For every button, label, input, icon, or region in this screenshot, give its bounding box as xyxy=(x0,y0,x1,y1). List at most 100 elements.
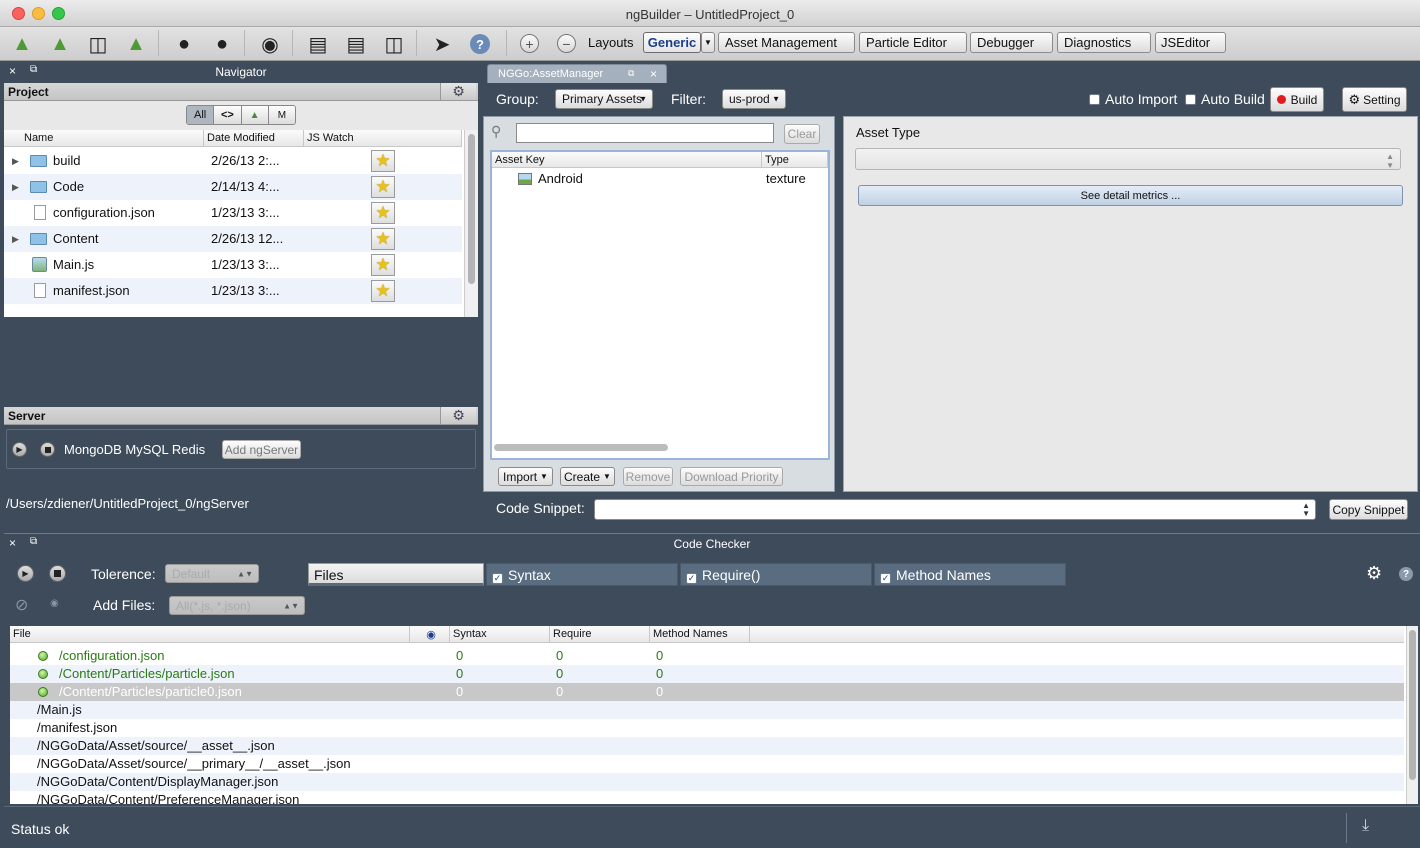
watch-eye-icon[interactable]: ◉ xyxy=(50,598,59,609)
project-row[interactable]: ▶ Content 2/26/13 12... ★ xyxy=(4,226,462,252)
table-row[interactable]: /NGGoData/Content/DisplayManager.json xyxy=(10,773,1404,791)
table-row[interactable]: /configuration.json 0 0 0 xyxy=(10,647,1404,665)
code-snippet-select[interactable]: ▲ ▼ xyxy=(594,499,1316,520)
expand-triangle-icon[interactable]: ▶ xyxy=(12,182,19,193)
column-type[interactable]: Type xyxy=(762,152,828,167)
remove-button[interactable]: Remove xyxy=(623,467,673,486)
column-js-watch[interactable]: JS Watch xyxy=(304,130,462,146)
detach-tab-icon[interactable]: ⧉ xyxy=(628,68,634,79)
server-settings-icon[interactable]: ⚙ xyxy=(440,407,476,424)
js-watch-star-icon[interactable]: ★ xyxy=(371,228,395,250)
table-row[interactable]: /Content/Particles/particle0.json 0 0 0 xyxy=(10,683,1404,701)
setting-button[interactable]: ⚙ Setting xyxy=(1342,87,1407,112)
android-clean-icon[interactable]: ◫ xyxy=(84,30,112,58)
close-tab-icon[interactable]: × xyxy=(650,67,657,81)
import-button[interactable]: Import ▼ xyxy=(498,467,553,486)
android-build-icon[interactable]: ▲ xyxy=(46,30,74,58)
table-row[interactable]: /Main.js xyxy=(10,701,1404,719)
create-button[interactable]: Create ▼ xyxy=(560,467,615,486)
project-row[interactable]: Main.js 1/23/13 3:... ★ xyxy=(4,252,462,278)
column-require[interactable]: Require xyxy=(550,626,650,642)
asset-type-select[interactable]: ▲ ▼ xyxy=(855,148,1401,170)
table-row[interactable]: /NGGoData/Asset/source/__asset__.json xyxy=(10,737,1404,755)
trash-icon[interactable]: ◫ xyxy=(380,30,408,58)
add-files-select[interactable]: All(*.js, *.json) ▲▼ xyxy=(169,596,305,615)
layout-tab-jseditor[interactable]: JSEditor xyxy=(1155,32,1226,53)
column-watch-eye-icon[interactable]: ◉ xyxy=(410,626,450,642)
tolerance-select[interactable]: Default ▲▼ xyxy=(165,564,259,583)
table-row[interactable]: /NGGoData/Content/PreferenceManager.json xyxy=(10,791,1404,804)
server-network-icon[interactable]: ▤ xyxy=(342,30,370,58)
filter-code[interactable]: <> xyxy=(214,106,242,124)
checker-play-icon[interactable]: ▶ xyxy=(17,565,34,582)
asset-row[interactable]: Android texture xyxy=(492,170,828,190)
add-ngserver-button[interactable]: Add ngServer xyxy=(222,440,301,459)
project-row[interactable]: configuration.json 1/23/13 3:... ★ xyxy=(4,200,462,226)
table-row[interactable]: /Content/Particles/particle.json 0 0 0 xyxy=(10,665,1404,683)
send-icon[interactable]: ➤ xyxy=(428,30,456,58)
table-row[interactable]: /NGGoData/Asset/source/__primary__/__ass… xyxy=(10,755,1404,773)
project-row[interactable]: ▶ Code 2/14/13 4:... ★ xyxy=(4,174,462,200)
status-bar: Status ok ⤓ xyxy=(4,806,1420,848)
method-names-tab[interactable]: ✓ Method Names xyxy=(874,563,1066,586)
js-watch-star-icon[interactable]: ★ xyxy=(371,150,395,172)
server-stop-icon[interactable] xyxy=(40,442,55,457)
column-asset-key[interactable]: Asset Key xyxy=(492,152,762,167)
expand-triangle-icon[interactable]: ▶ xyxy=(12,234,19,245)
js-watch-star-icon[interactable]: ★ xyxy=(371,202,395,224)
apple-build-icon[interactable]: ● xyxy=(208,30,236,58)
checker-help-icon[interactable]: ? xyxy=(1399,567,1413,581)
layout-tab-asset-management[interactable]: Asset Management xyxy=(718,32,855,53)
android-screenshot-icon[interactable]: ▲ xyxy=(122,30,150,58)
filter-modified[interactable]: M xyxy=(268,106,295,124)
column-method-names[interactable]: Method Names xyxy=(650,626,750,642)
table-row[interactable]: /manifest.json xyxy=(10,719,1404,737)
build-button[interactable]: Build xyxy=(1270,87,1324,112)
project-row[interactable]: manifest.json 1/23/13 3:... ★ xyxy=(4,278,462,304)
android-run-icon[interactable]: ▲ xyxy=(8,30,36,58)
add-layout-icon[interactable]: + xyxy=(520,34,539,53)
clear-search-button[interactable]: Clear xyxy=(784,124,820,144)
help-icon[interactable]: ? xyxy=(470,34,490,54)
require-tab[interactable]: ✓ Require() xyxy=(680,563,872,586)
asset-manager-tab[interactable]: NGGo:AssetManager ⧉ × xyxy=(487,64,667,83)
filter-select[interactable]: us-prod ▼ xyxy=(722,89,786,109)
layout-dropdown-icon[interactable]: ▼ xyxy=(701,32,715,53)
auto-import-checkbox[interactable]: Auto Import xyxy=(1089,91,1177,107)
download-priority-button[interactable]: Download Priority xyxy=(680,467,783,486)
js-watch-star-icon[interactable]: ★ xyxy=(371,254,395,276)
layout-tab-particle-editor[interactable]: Particle Editor xyxy=(859,32,967,53)
syntax-tab[interactable]: ✓ Syntax xyxy=(486,563,678,586)
column-name[interactable]: Name xyxy=(4,130,204,146)
checker-table-scrollbar[interactable] xyxy=(1406,626,1418,804)
auto-build-checkbox[interactable]: Auto Build xyxy=(1185,91,1265,107)
files-tab[interactable]: Files xyxy=(308,563,484,586)
layout-tab-debugger[interactable]: Debugger xyxy=(970,32,1053,53)
js-watch-star-icon[interactable]: ★ xyxy=(371,280,395,302)
filter-images[interactable]: ▲ xyxy=(241,106,269,124)
asset-search-input[interactable] xyxy=(516,123,774,143)
asset-table-hscrollbar[interactable] xyxy=(494,444,668,451)
globe-icon[interactable]: ◉ xyxy=(256,30,284,58)
column-syntax[interactable]: Syntax xyxy=(450,626,550,642)
server-play-icon[interactable]: ▶ xyxy=(12,442,27,457)
download-arrow-icon[interactable]: ⤓ xyxy=(1362,817,1369,835)
project-row[interactable]: ▶ build 2/26/13 2:... ★ xyxy=(4,148,462,174)
deploy-server-icon[interactable]: ▤ xyxy=(304,30,332,58)
checker-stop-icon[interactable] xyxy=(49,565,66,582)
apple-run-icon[interactable]: ● xyxy=(170,30,198,58)
column-date-modified[interactable]: Date Modified xyxy=(204,130,304,146)
js-watch-star-icon[interactable]: ★ xyxy=(371,176,395,198)
project-settings-icon[interactable]: ⚙ xyxy=(440,83,476,100)
see-detail-metrics-button[interactable]: See detail metrics ... xyxy=(858,185,1403,206)
filter-all[interactable]: All xyxy=(187,106,215,124)
expand-triangle-icon[interactable]: ▶ xyxy=(12,156,19,167)
copy-snippet-button[interactable]: Copy Snippet xyxy=(1329,499,1408,520)
layout-tab-diagnostics[interactable]: Diagnostics xyxy=(1057,32,1151,53)
checker-settings-icon[interactable]: ⚙ xyxy=(1366,563,1382,584)
remove-layout-icon[interactable]: − xyxy=(557,34,576,53)
disable-icon[interactable]: ⊘ xyxy=(15,595,28,615)
column-file[interactable]: File xyxy=(10,626,410,642)
group-select[interactable]: Primary Assets ▼ xyxy=(555,89,653,109)
layout-tab-generic[interactable]: Generic xyxy=(643,32,701,53)
